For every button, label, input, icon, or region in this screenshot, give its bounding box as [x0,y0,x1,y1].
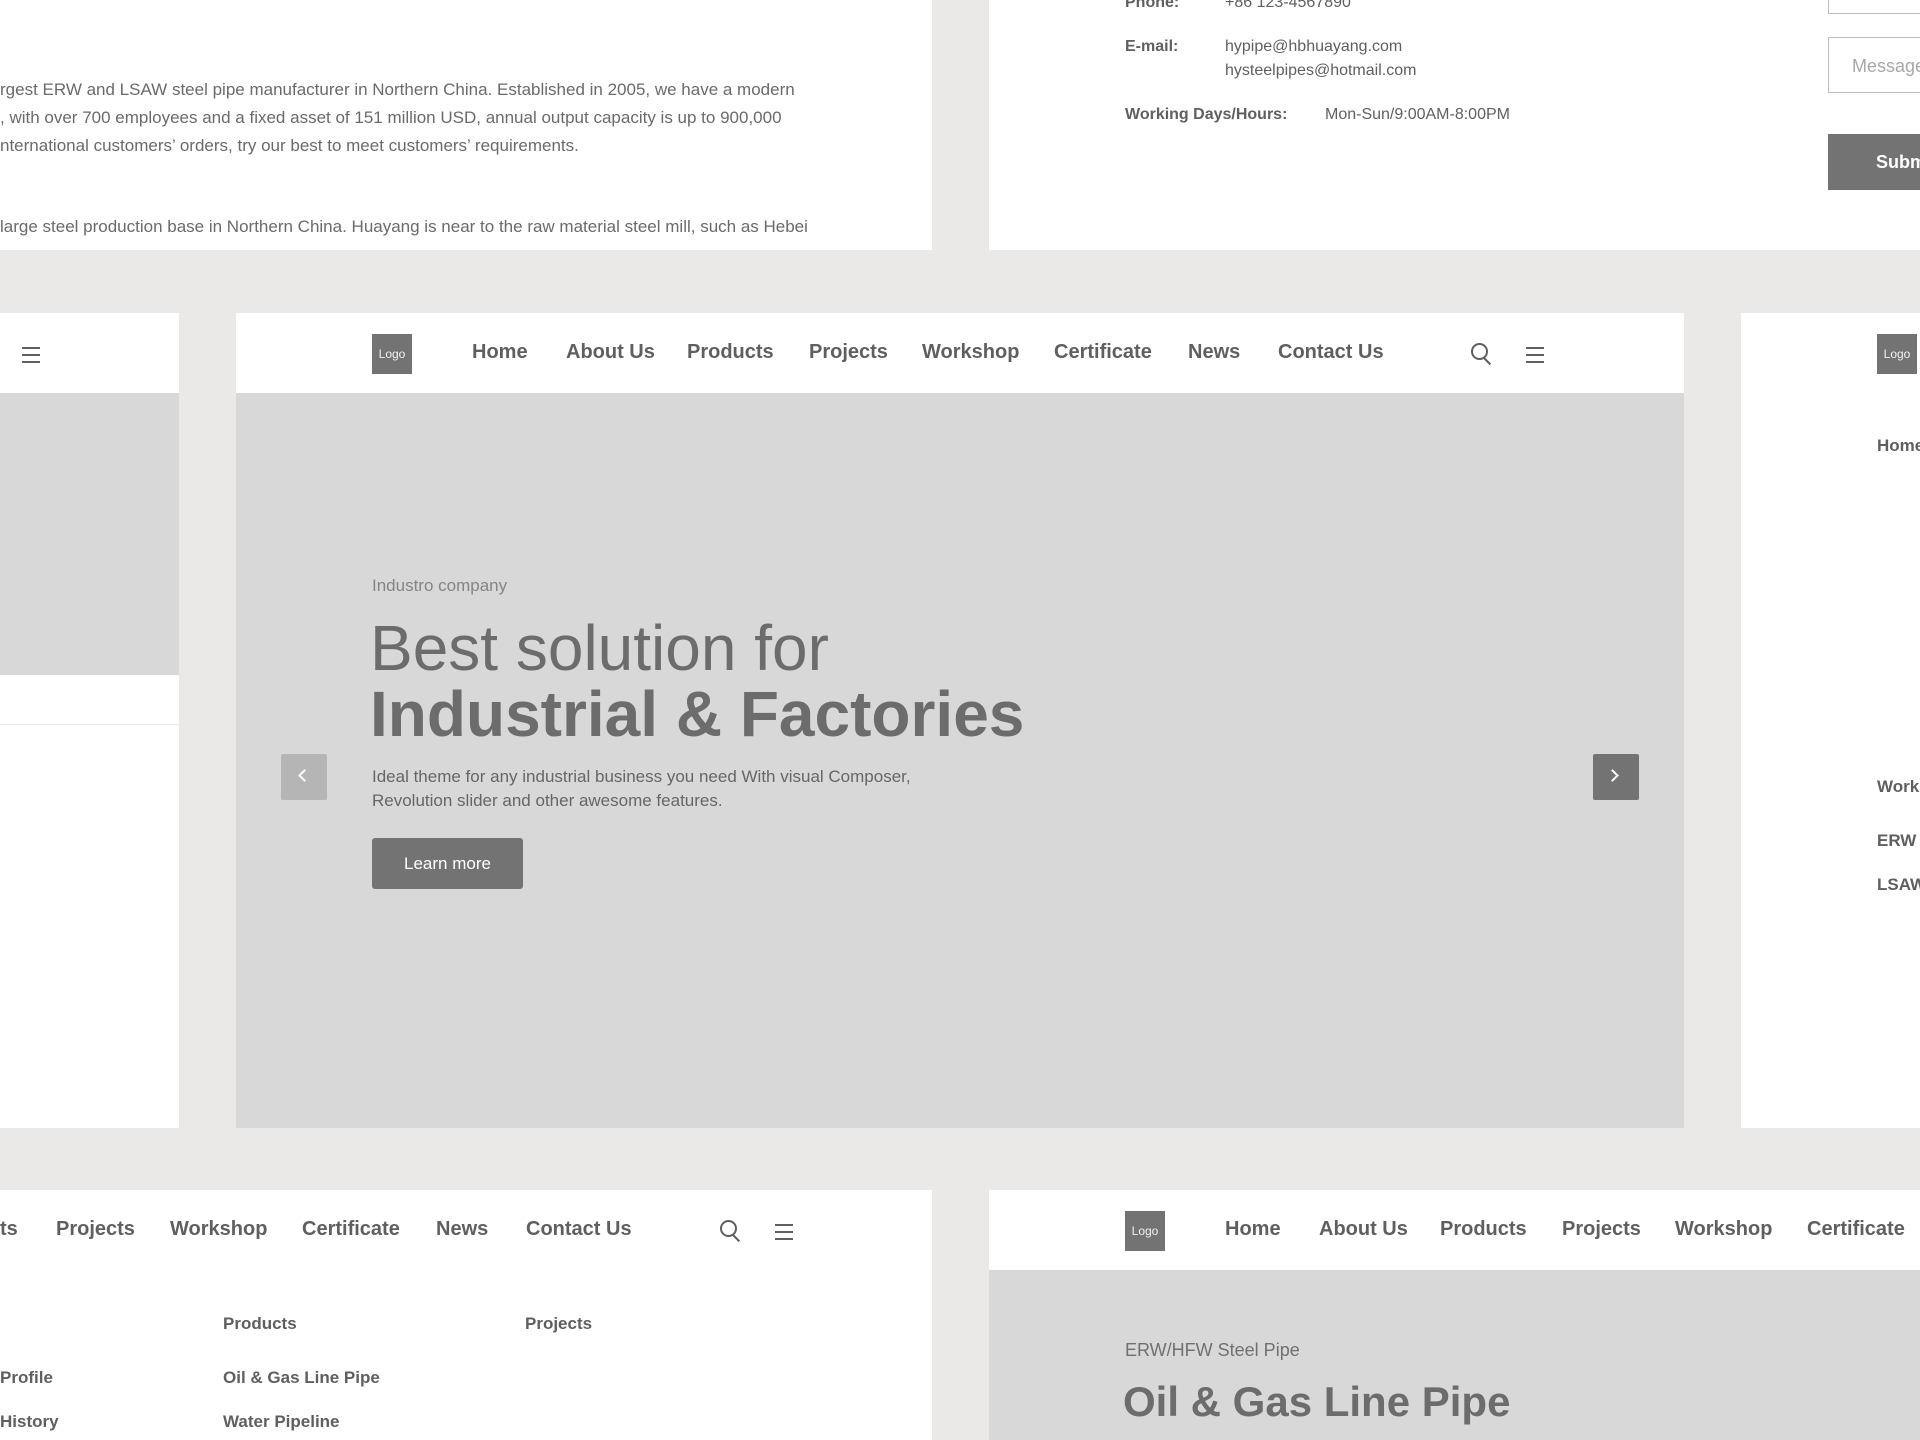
divider [0,724,179,725]
menu-item[interactable]: LSAW [1877,875,1920,895]
email-value: hypipe@hbhuayang.com [1225,38,1403,55]
nav-products[interactable]: Products [1440,1218,1527,1241]
menu-item[interactable]: Water Pipeline [223,1412,340,1432]
hours-value: Mon-Sun/9:00AM-8:00PM [1325,106,1510,123]
contact-panel: Phone: +86 123-4567890 E-mail: hypipe@hb… [989,0,1920,250]
nav-certificate[interactable]: Certificate [1807,1218,1905,1241]
nav-news[interactable]: News [1188,341,1240,364]
logo[interactable]: Logo [1125,1211,1165,1251]
phone-value: +86 123-4567890 [1225,0,1351,11]
image-placeholder [0,393,179,675]
banner-title: Oil & Gas Line Pipe [1123,1378,1511,1425]
nav-about-us[interactable]: About Us [1319,1218,1408,1241]
product-banner: ERW/HFW Steel Pipe Oil & Gas Line Pipe [989,1270,1920,1440]
hero-panel: Logo Home About Us Products Projects Wor… [236,313,1684,1128]
nav-products[interactable]: ts [0,1218,18,1241]
about-text-line: , with over 700 employees and a fixed as… [0,108,782,127]
hamburger-icon[interactable] [775,1224,793,1245]
product-page-panel: Logo Home About Us Products Projects Wor… [989,1190,1920,1440]
nav-certificate[interactable]: Certificate [1054,341,1152,364]
email-value: hysteelpipes@hotmail.com [1225,62,1417,79]
nav-projects[interactable]: Projects [56,1218,135,1241]
nav-home[interactable]: Home [472,341,528,364]
logo[interactable]: Logo [372,334,412,374]
menu-column-heading: Products [223,1314,297,1333]
message-placeholder: Message [1852,56,1920,76]
top-input-field[interactable] [1828,0,1920,14]
menu-item[interactable]: History [0,1412,59,1432]
hours-label: Working Days/Hours: [1125,106,1288,123]
nav-workshop[interactable]: Workshop [170,1218,267,1241]
hamburger-icon[interactable] [22,347,40,368]
hero-title-light: Best solution for [370,612,829,684]
nav-workshop[interactable]: Workshop [1675,1218,1772,1241]
hero-slider: Industro company Best solution for Indus… [236,393,1684,1128]
logo[interactable]: Logo [1877,334,1917,374]
nav-news[interactable]: News [436,1218,488,1241]
mobile-menu-panel [0,313,179,1128]
menu-item[interactable]: ERW P [1877,831,1920,851]
menu-item[interactable]: Oil & Gas Line Pipe [223,1368,380,1388]
menu-item[interactable]: Home [1877,436,1920,456]
nav-workshop[interactable]: Workshop [922,341,1019,364]
menu-column-heading: Projects [525,1314,593,1333]
phone-label: Phone: [1125,0,1180,11]
menu-item[interactable]: Profile [0,1368,53,1388]
nav-about-us[interactable]: About Us [566,341,655,364]
nav-projects[interactable]: Projects [809,341,888,364]
learn-more-button[interactable]: Learn more [372,838,523,889]
search-icon[interactable] [1471,343,1493,366]
slider-prev-button[interactable] [281,754,327,800]
submit-label: Subm [1876,152,1920,172]
sitemap-panel: Logo Home Works ERW P LSAW [1741,313,1920,1128]
hero-description: Ideal theme for any industrial business … [372,767,911,786]
nav-products[interactable]: Products [687,341,774,364]
hero-eyebrow: Industro company [372,576,508,595]
nav-contact-us[interactable]: Contact Us [526,1218,632,1241]
message-field[interactable]: Message [1828,37,1920,93]
slider-next-button[interactable] [1593,754,1639,800]
chevron-right-icon [1606,769,1619,782]
learn-more-label: Learn more [404,854,491,873]
hamburger-icon[interactable] [1526,347,1544,368]
mega-menu-panel: ts Projects Workshop Certificate News Co… [0,1190,932,1440]
about-text-line: nternational customers’ orders, try our … [0,136,579,155]
banner-eyebrow: ERW/HFW Steel Pipe [1125,1340,1300,1360]
chevron-left-icon [298,769,311,782]
search-icon[interactable] [720,1220,742,1243]
nav-projects[interactable]: Projects [1562,1218,1641,1241]
email-label: E-mail: [1125,38,1179,55]
about-panel: rgest ERW and LSAW steel pipe manufactur… [0,0,932,250]
nav-home[interactable]: Home [1225,1218,1281,1241]
hero-description: Revolution slider and other awesome feat… [372,791,723,810]
nav-contact-us[interactable]: Contact Us [1278,341,1384,364]
menu-item[interactable]: Works [1877,777,1920,797]
submit-button[interactable]: Subm [1828,134,1920,190]
base-text-line: large steel production base in Northern … [0,217,808,236]
hero-title-bold: Industrial & Factories [370,678,1025,750]
nav-certificate[interactable]: Certificate [302,1218,400,1241]
about-text-line: rgest ERW and LSAW steel pipe manufactur… [0,80,795,99]
